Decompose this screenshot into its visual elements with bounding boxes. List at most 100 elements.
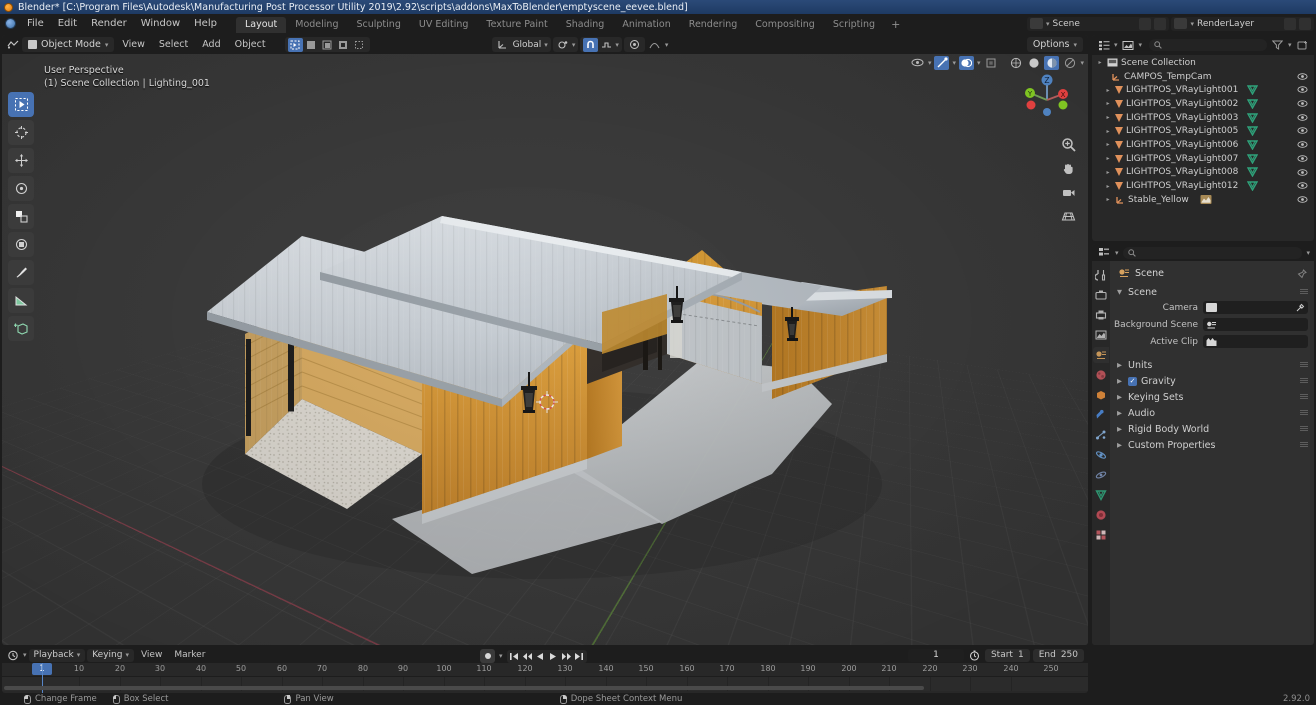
hide-in-viewport-icon[interactable] xyxy=(1297,126,1308,135)
hide-in-viewport-icon[interactable] xyxy=(1297,181,1308,190)
scale-tool[interactable] xyxy=(8,204,34,229)
frame-start-field[interactable]: Start 1 xyxy=(984,648,1030,662)
falloff-curve-icon[interactable] xyxy=(647,38,662,52)
proportional-edit-icon[interactable] xyxy=(627,38,642,52)
play-icon[interactable] xyxy=(547,650,560,662)
background-scene-input[interactable] xyxy=(1203,318,1308,331)
outliner-row-item[interactable]: ▸ LIGHTPOS_VRayLight006 xyxy=(1092,138,1314,152)
light-data-icon[interactable] xyxy=(1247,126,1259,137)
tool-tab[interactable] xyxy=(1093,267,1109,283)
outliner-row-item[interactable]: CAMPOS_TempCam xyxy=(1092,70,1314,84)
physics-tab[interactable] xyxy=(1093,447,1109,463)
outliner-search-input[interactable] xyxy=(1149,39,1268,51)
workspace-tab-scripting[interactable]: Scripting xyxy=(824,17,884,33)
workspace-tab-modeling[interactable]: Modeling xyxy=(286,17,347,33)
toggle-ortho-icon[interactable] xyxy=(1060,208,1076,224)
remove-scene-button[interactable] xyxy=(1154,17,1167,30)
prev-keyframe-icon[interactable] xyxy=(521,650,534,662)
pivot-point-dropdown[interactable]: ▾ xyxy=(552,37,579,52)
frame-end-field[interactable]: End 250 xyxy=(1032,648,1084,662)
workspace-tab-compositing[interactable]: Compositing xyxy=(746,17,824,33)
outliner-icon[interactable] xyxy=(1096,38,1111,52)
shading-rendered-icon[interactable] xyxy=(1062,56,1077,70)
camera-input[interactable] xyxy=(1203,301,1308,314)
current-frame-input[interactable]: 1 xyxy=(907,648,964,662)
shading-material-preview-icon[interactable] xyxy=(1044,55,1060,70)
jump-to-start-icon[interactable] xyxy=(508,650,521,662)
rotate-tool[interactable] xyxy=(8,176,34,201)
timeline-menu-marker[interactable]: Marker xyxy=(169,649,210,662)
world-tab[interactable] xyxy=(1093,367,1109,383)
units-section-header[interactable]: ▶ Units xyxy=(1110,357,1314,373)
light-data-icon[interactable] xyxy=(1247,181,1259,192)
gravity-section-header[interactable]: ▶ ✓ Gravity xyxy=(1110,373,1314,389)
hide-in-viewport-icon[interactable] xyxy=(1297,99,1308,108)
viewport-canvas[interactable]: User Perspective (1) Scene Collection | … xyxy=(2,54,1088,645)
workspace-tab-rendering[interactable]: Rendering xyxy=(680,17,747,33)
outliner-row-item[interactable]: ▸ LIGHTPOS_VRayLight007 xyxy=(1092,152,1314,166)
add-cube-tool[interactable] xyxy=(8,316,34,341)
menu-render[interactable]: Render xyxy=(84,15,134,32)
texture-tab[interactable] xyxy=(1093,527,1109,543)
viewport-options-dropdown[interactable]: Options ▾ xyxy=(1026,37,1083,52)
hide-in-viewport-icon[interactable] xyxy=(1297,85,1308,94)
viewport-menu-view[interactable]: View xyxy=(116,37,151,52)
output-tab[interactable] xyxy=(1093,307,1109,323)
play-reverse-icon[interactable] xyxy=(534,650,547,662)
annotate-tool[interactable] xyxy=(8,260,34,285)
hide-in-viewport-icon[interactable] xyxy=(1297,168,1308,177)
hide-in-viewport-icon[interactable] xyxy=(1297,72,1308,81)
stopwatch-icon[interactable] xyxy=(967,648,982,662)
hide-in-viewport-icon[interactable] xyxy=(1297,154,1308,163)
remove-viewlayer-button[interactable] xyxy=(1299,17,1311,30)
light-data-icon[interactable] xyxy=(1247,140,1259,150)
select-subtract-icon[interactable] xyxy=(320,38,335,52)
navigation-gizmo[interactable]: Y X Z xyxy=(1018,68,1076,126)
properties-icon[interactable] xyxy=(1096,246,1111,260)
shading-solid-icon[interactable] xyxy=(1026,56,1041,70)
chevron-down-icon[interactable]: ▾ xyxy=(1306,249,1310,257)
outliner-row-item[interactable]: ▸ Stable_Yellow xyxy=(1092,193,1314,207)
timeline-menu-view[interactable]: View xyxy=(136,649,167,662)
light-data-icon[interactable] xyxy=(1247,85,1259,96)
keying-sets-section-header[interactable]: ▶ Keying Sets xyxy=(1110,389,1314,405)
shading-wireframe-icon[interactable] xyxy=(1008,56,1023,70)
outliner-row-item[interactable]: ▸ LIGHTPOS_VRayLight002 xyxy=(1092,97,1314,111)
viewlayer-selector[interactable]: ▾ RenderLayer xyxy=(1171,16,1314,31)
select-invert-icon[interactable] xyxy=(336,38,351,52)
outliner-row-scene-collection[interactable]: ▸ Scene Collection xyxy=(1092,56,1314,70)
keying-dropdown[interactable]: Keying ▾ xyxy=(87,648,134,662)
measure-tool[interactable] xyxy=(8,288,34,313)
workspace-tab-sculpting[interactable]: Sculpting xyxy=(347,17,409,33)
rigid-body-world-section-header[interactable]: ▶ Rigid Body World xyxy=(1110,421,1314,437)
hide-in-viewport-icon[interactable] xyxy=(1297,113,1308,122)
object-tab[interactable] xyxy=(1093,387,1109,403)
hide-in-viewport-icon[interactable] xyxy=(1297,195,1308,204)
outliner-row-item[interactable]: ▸ LIGHTPOS_VRayLight008 xyxy=(1092,166,1314,180)
magnet-icon[interactable] xyxy=(583,37,599,52)
blender-menu-icon[interactable] xyxy=(0,15,20,32)
eye-icon[interactable] xyxy=(910,56,925,70)
new-collection-icon[interactable] xyxy=(1295,38,1310,52)
new-scene-button[interactable] xyxy=(1139,17,1152,30)
menu-help[interactable]: Help xyxy=(187,15,224,32)
outliner-row-item[interactable]: ▸ LIGHTPOS_VRayLight003 xyxy=(1092,111,1314,125)
light-data-icon[interactable] xyxy=(1247,167,1259,178)
timeline-icon[interactable] xyxy=(6,648,21,662)
tweak-select-tool[interactable] xyxy=(8,92,34,117)
workspace-tab-shading[interactable]: Shading xyxy=(557,17,614,33)
scene-tab[interactable] xyxy=(1093,347,1109,363)
gravity-checkbox[interactable]: ✓ xyxy=(1128,376,1137,386)
object-mode-dropdown[interactable]: Object Mode ▾ xyxy=(22,37,115,52)
constraints-tab[interactable] xyxy=(1093,467,1109,483)
record-icon[interactable] xyxy=(480,649,495,663)
workspace-tab-layout[interactable]: Layout xyxy=(235,17,287,33)
add-workspace-button[interactable]: + xyxy=(884,17,907,33)
view-layer-tab[interactable] xyxy=(1093,327,1109,343)
properties-search-input[interactable] xyxy=(1122,246,1303,259)
eyedropper-icon[interactable] xyxy=(1296,303,1305,312)
custom-properties-section-header[interactable]: ▶ Custom Properties xyxy=(1110,437,1314,453)
transform-tool[interactable] xyxy=(8,232,34,257)
transform-orientation-dropdown[interactable]: Global ▾ xyxy=(491,37,551,52)
snap-increment-icon[interactable] xyxy=(599,38,614,52)
